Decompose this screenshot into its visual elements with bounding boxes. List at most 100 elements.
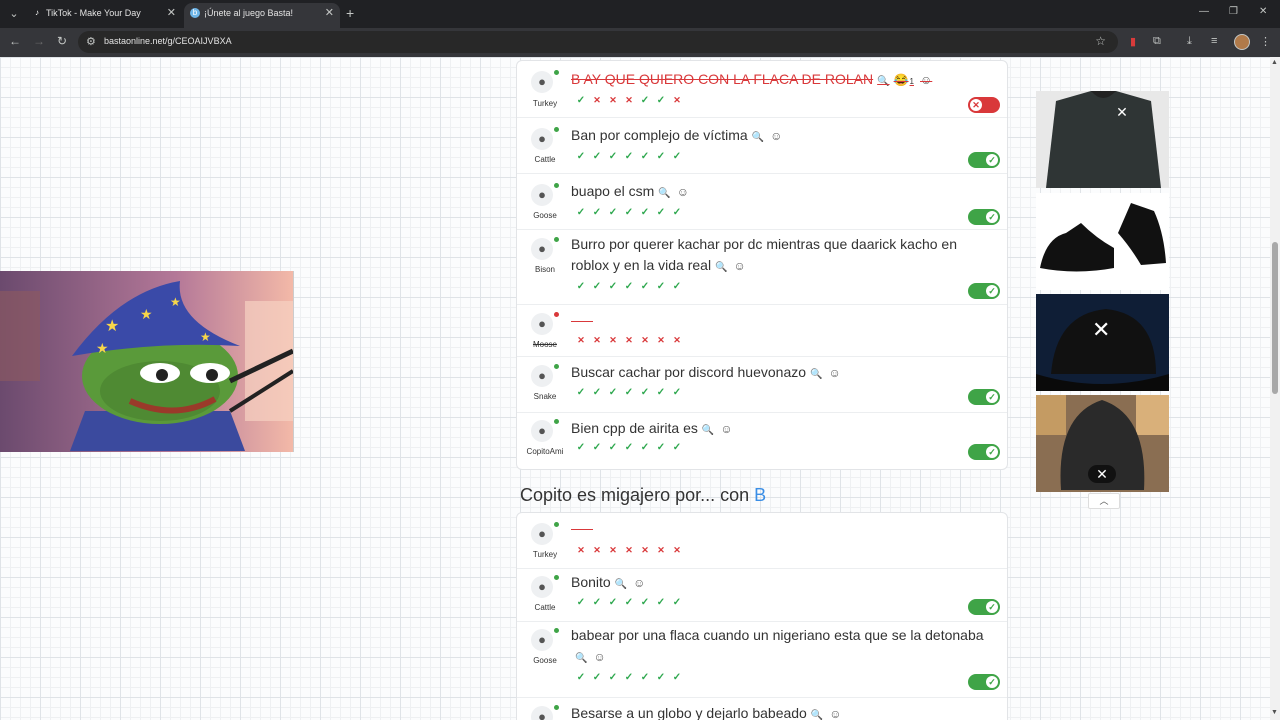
browser-tab-bar: ⌄ ♪ TikTok - Make Your Day ✕ b ¡Únete al… [0, 0, 1280, 28]
validity-toggle[interactable]: ✓ [968, 283, 1000, 299]
reading-list-icon[interactable]: ≡ [1211, 35, 1217, 47]
answer-row: ● Turkey ✕ ✕ ✕ ✕ ✕ ✕ ✕ [517, 513, 1007, 569]
add-reaction-icon[interactable]: ☺ [677, 185, 689, 199]
player-name: Turkey [532, 99, 558, 108]
scroll-down-icon[interactable]: ▼ [1271, 709, 1278, 716]
add-reaction-icon[interactable]: ☺ [770, 129, 782, 143]
answer-text: Bien cpp de airita es 🔍 ☺ [571, 418, 996, 441]
close-ad-icon[interactable]: ✕ [1088, 465, 1116, 483]
search-icon[interactable]: 🔍 [575, 653, 587, 664]
avatar: ● [531, 420, 553, 442]
validity-toggle[interactable]: ✓ [968, 209, 1000, 225]
vote-marks: ✓ ✓ ✓ ✓ ✓ ✓ ✓ [576, 442, 682, 453]
site-info-icon[interactable]: ⚙ [86, 35, 96, 48]
answer-row: ● Snake Buscar cachar por discord huevon… [517, 357, 1007, 413]
online-status-dot [554, 237, 559, 242]
download-icon[interactable]: ⤓ [1187, 35, 1192, 48]
restore-icon[interactable]: ❐ [1229, 6, 1238, 17]
answer-value: babear por una flaca cuando un nigeriano… [571, 627, 984, 643]
player-name: Bison [534, 265, 555, 274]
back-icon[interactable]: ← [9, 34, 21, 48]
minimize-icon[interactable]: — [1199, 6, 1209, 17]
online-status-dot [554, 705, 559, 710]
validity-toggle[interactable]: ✓ [968, 389, 1000, 405]
search-icon[interactable]: 🔍 [658, 188, 670, 199]
online-status-dot [554, 127, 559, 132]
avatar: ● [531, 523, 553, 545]
search-icon[interactable]: 🔍 [615, 579, 627, 590]
online-status-dot [554, 628, 559, 633]
tab-search-icon[interactable]: ⌄ [5, 5, 23, 23]
answers-card: ● Turkey B AY QUE QUIERO CON LA FLACA DE… [516, 60, 1008, 470]
ad-shoes-image[interactable] [1036, 193, 1169, 290]
add-reaction-icon[interactable]: ☺ [720, 422, 732, 436]
search-icon[interactable]: 🔍 [810, 369, 822, 380]
close-window-icon[interactable]: ✕ [1259, 6, 1267, 17]
tab-tiktok[interactable]: ♪ TikTok - Make Your Day ✕ [26, 3, 182, 28]
laugh-emoji-icon[interactable]: 😂 [894, 73, 909, 87]
close-tab-icon[interactable]: ✕ [167, 3, 176, 24]
add-reaction-icon[interactable]: ☺ [920, 73, 932, 87]
answer-row: ● Cattle Bonito 🔍 ☺ ✓ ✓ ✓ ✓ ✓ ✓ ✓ ✓ [517, 569, 1007, 622]
empty-answer-dash [571, 529, 593, 530]
validity-toggle[interactable]: ✕ [968, 97, 1000, 113]
search-icon[interactable]: 🔍 [752, 132, 764, 143]
ad-beanie-image[interactable]: ✕ [1036, 395, 1169, 492]
add-reaction-icon[interactable]: ☺ [633, 576, 645, 590]
tab-title: TikTok - Make Your Day [46, 8, 141, 18]
add-reaction-icon[interactable]: ☺ [828, 366, 840, 380]
scroll-up-icon[interactable]: ▲ [1271, 59, 1278, 66]
answer-value: Bien cpp de airita es [571, 420, 698, 436]
extension-icon[interactable]: ▮ [1130, 35, 1136, 48]
profile-avatar[interactable] [1234, 34, 1250, 50]
answer-value: Besarse a un globo y dejarlo babeado [571, 705, 807, 720]
vote-marks: ✕ ✕ ✕ ✕ ✕ ✕ ✕ [577, 335, 681, 345]
search-icon[interactable]: 🔍 [715, 262, 727, 273]
add-reaction-icon[interactable]: ☺ [734, 259, 746, 273]
category-title-text: Copito es migajero por... con [520, 485, 750, 505]
ad-sweater-image[interactable]: ✕ [1036, 91, 1169, 188]
online-status-dot [554, 183, 559, 188]
reload-icon[interactable]: ↻ [57, 34, 67, 48]
svg-text:★: ★ [170, 295, 181, 309]
validity-toggle[interactable]: ✓ [968, 152, 1000, 168]
answer-text: babear por una flaca cuando un nigeriano… [571, 625, 991, 669]
answer-row: ● Goose buapo el csm 🔍 ☺ ✓ ✓ ✓ ✓ ✓ ✓ ✓ ✓ [517, 174, 1007, 230]
vote-marks: ✓ ✓ ✓ ✓ ✓ ✓ ✓ [576, 672, 682, 683]
answer-value: Buscar cachar por discord huevonazo [571, 364, 807, 380]
search-icon[interactable]: 🔍 [811, 710, 823, 720]
menu-kebab-icon[interactable]: ⋮ [1260, 35, 1271, 48]
vote-marks: ✕ ✕ ✕ ✕ ✕ ✕ ✕ [577, 545, 681, 555]
validity-toggle[interactable]: ✓ [968, 674, 1000, 690]
player-name: Turkey [532, 550, 558, 559]
empty-answer-dash [571, 321, 593, 322]
close-ad-icon[interactable]: ✕ [1113, 103, 1131, 121]
search-icon[interactable]: 🔍 [877, 76, 889, 87]
collapse-ads-button[interactable]: ︿ [1088, 493, 1120, 509]
cross-icon: ✕ [625, 95, 633, 105]
forward-icon[interactable]: → [33, 34, 45, 48]
reaction-count: 1 [909, 77, 914, 86]
add-reaction-icon[interactable]: ☺ [829, 707, 841, 720]
close-tab-icon[interactable]: ✕ [325, 3, 334, 24]
browser-toolbar: ← → ↻ ⚙ bastaonline.net/g/CEOAIJVBXA ☆ ▮… [0, 28, 1280, 57]
answer-row: ● Goose babear por una flaca cuando un n… [517, 622, 1007, 698]
validity-toggle[interactable]: ✓ [968, 599, 1000, 615]
scrollbar-thumb[interactable] [1272, 242, 1278, 394]
page-scrollbar[interactable]: ▲ ▼ [1270, 57, 1280, 720]
add-reaction-icon[interactable]: ☺ [593, 650, 605, 664]
toggle-check-icon: ✓ [986, 391, 998, 403]
avatar: ● [531, 71, 553, 93]
answer-row: ● Besarse a un globo y dejarlo babeado 🔍 ☺ [517, 698, 1007, 720]
bookmark-star-icon[interactable]: ☆ [1095, 34, 1106, 48]
answer-value: B AY QUE QUIERO CON LA FLACA DE ROLAN [571, 71, 874, 87]
check-icon: ✓ [656, 95, 666, 106]
ad-cap-image[interactable]: ✕ [1036, 294, 1169, 391]
extensions-puzzle-icon[interactable]: ⧉ [1153, 35, 1161, 48]
tab-basta[interactable]: b ¡Únete al juego Basta! ✕ [184, 3, 340, 28]
search-icon[interactable]: 🔍 [702, 425, 714, 436]
validity-toggle[interactable]: ✓ [968, 444, 1000, 460]
cross-icon: ✕ [593, 95, 601, 105]
new-tab-button[interactable]: + [346, 3, 354, 23]
address-bar[interactable]: ⚙ bastaonline.net/g/CEOAIJVBXA ☆ [78, 31, 1118, 53]
